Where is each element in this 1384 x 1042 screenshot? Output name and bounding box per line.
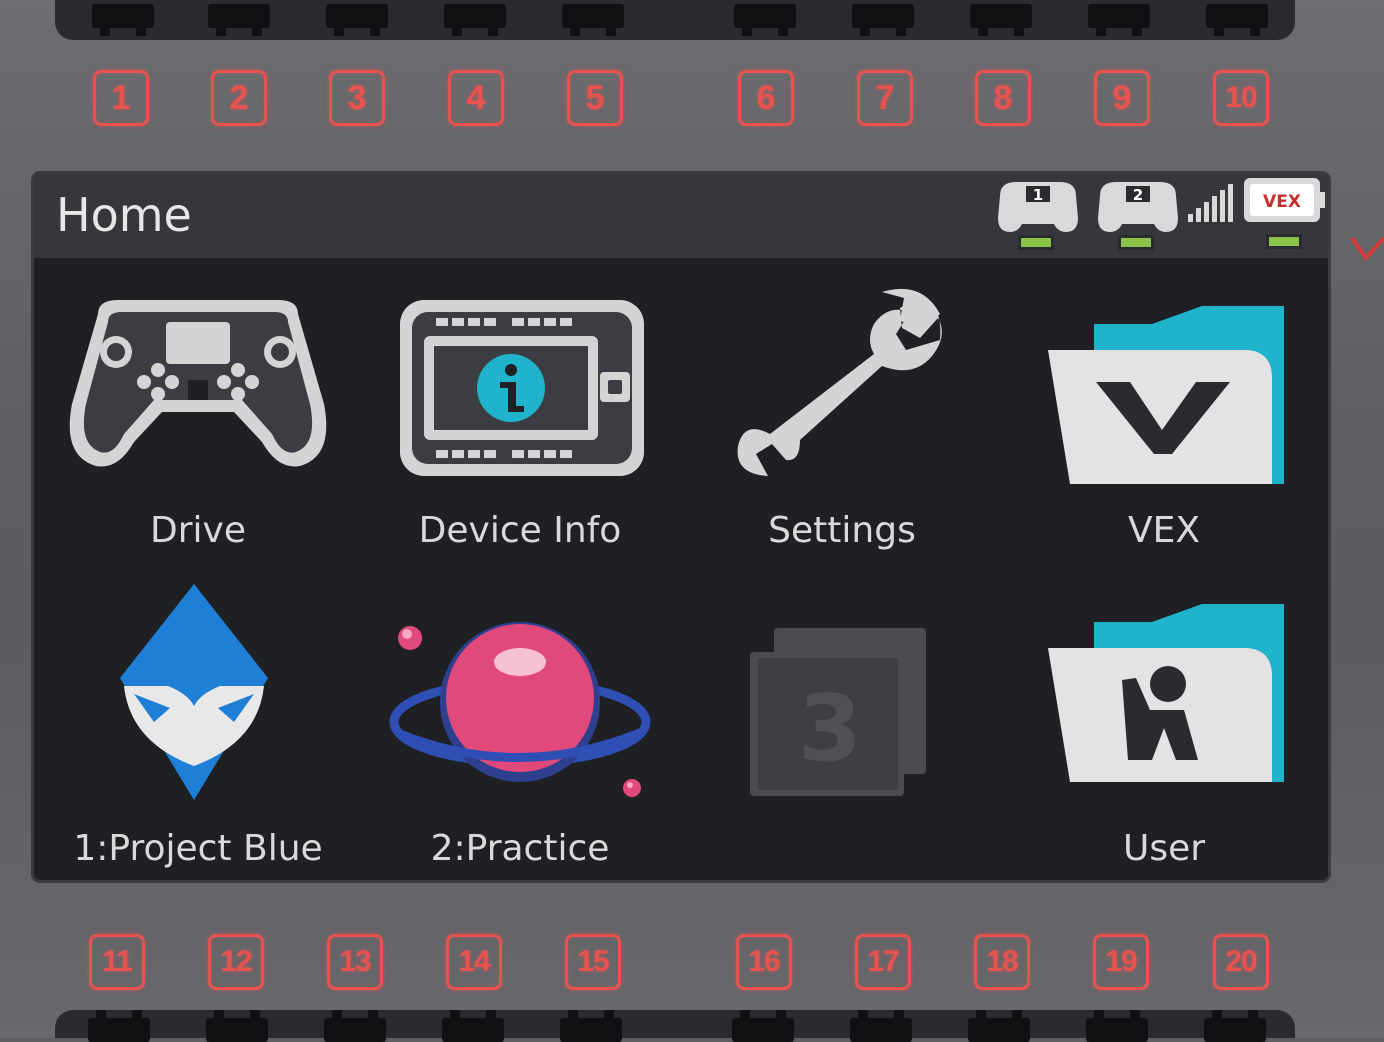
smart-port-connector [444,4,506,36]
blue-fox-project-icon [120,584,268,800]
port-label-8: 8 [975,70,1031,126]
port-label-1: 1 [93,70,149,126]
smart-port-connector [562,4,624,36]
gamepad-icon [69,300,327,467]
smart-port-connector [208,4,270,36]
smart-port-connector [1204,1010,1266,1042]
slot-3-empty-icon: 3 [750,628,926,796]
smart-port-connector [324,1010,386,1042]
smart-port-connector [852,4,914,36]
controller-1-number: 1 [1033,186,1043,204]
smart-port-connector [326,4,388,36]
smart-port-connector [442,1010,504,1042]
app-slot-3-empty[interactable]: 3 [682,582,1002,880]
smart-port-connector [88,1010,150,1042]
port-label-5: 5 [567,70,623,126]
user-folder-icon [1048,604,1284,782]
port-label-15: 15 [565,934,621,990]
app-label-device-info: Device Info [418,510,622,551]
brain-logo-text: VEX [1263,192,1301,212]
app-label-user: User [1122,828,1206,869]
smart-port-connector [970,4,1032,36]
port-label-11: 11 [89,934,145,990]
controller-2-number: 2 [1133,186,1143,204]
app-user-folder[interactable]: User [1004,582,1324,880]
app-device-info[interactable]: Device Info [360,284,680,584]
brain-screen: Home 1 2 VEX Drive Device Info Settings … [34,174,1328,880]
port-label-14: 14 [446,934,502,990]
red-accent-mark [1350,236,1384,262]
port-label-4: 4 [448,70,504,126]
port-label-20: 20 [1213,934,1269,990]
port-label-17: 17 [855,934,911,990]
port-label-7: 7 [857,70,913,126]
port-label-12: 12 [208,934,264,990]
smart-port-connector [734,4,796,36]
smart-port-connector [1206,4,1268,36]
screen-header: Home 1 2 VEX [34,174,1328,258]
app-label-vex: VEX [1127,510,1201,551]
app-settings[interactable]: Settings [682,284,1002,584]
smart-port-connector [850,1010,912,1042]
smart-port-connector [560,1010,622,1042]
vex-folder-icon [1048,306,1284,484]
controller-1-status-icon: 1 [998,182,1078,250]
smart-port-connector [206,1010,268,1042]
smart-port-connector [92,4,154,36]
port-label-2: 2 [211,70,267,126]
app-label-settings: Settings [768,510,916,551]
brain-battery-icon: VEX [1244,178,1325,249]
app-vex-folder[interactable]: VEX [1004,284,1324,584]
port-label-19: 19 [1093,934,1149,990]
app-label-drive: Drive [150,510,246,551]
wrench-icon [737,288,942,476]
app-label-practice: 2:Practice [430,828,610,869]
port-label-6: 6 [738,70,794,126]
app-label-project-blue: 1:Project Blue [73,828,323,869]
smart-port-connector [968,1010,1030,1042]
smart-port-connector [732,1010,794,1042]
port-label-13: 13 [327,934,383,990]
slot-number: 3 [798,675,862,782]
app-practice[interactable]: 2:Practice [360,582,680,880]
planet-project-icon [389,622,651,797]
port-label-3: 3 [329,70,385,126]
app-drive[interactable]: Drive [38,284,358,584]
brain-case: 1 2 3 4 5 6 7 8 9 10 Home 1 2 VEX Drive … [0,0,1384,1042]
smart-port-connector [1086,1010,1148,1042]
signal-strength-icon [1188,184,1233,222]
app-project-blue[interactable]: 1:Project Blue [38,582,358,880]
port-label-16: 16 [736,934,792,990]
controller-2-status-icon: 2 [1098,182,1178,250]
port-label-18: 18 [974,934,1030,990]
port-label-10: 10 [1213,70,1269,126]
device-info-icon [400,300,644,476]
port-label-9: 9 [1094,70,1150,126]
page-title: Home [56,188,192,242]
smart-port-connector [1088,4,1150,36]
